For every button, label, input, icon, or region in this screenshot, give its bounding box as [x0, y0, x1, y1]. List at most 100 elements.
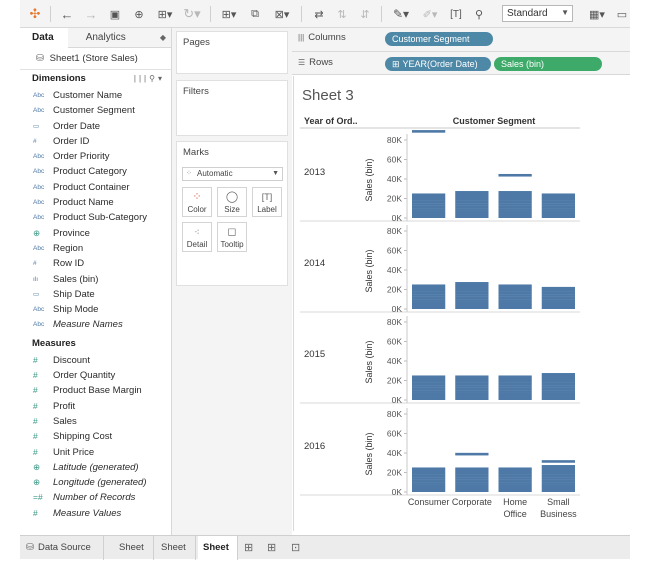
tooltip-button[interactable]: ◻ Tooltip [217, 222, 247, 252]
field-item[interactable]: =# Number of Records [20, 490, 171, 505]
new-worksheet-icon[interactable]: ⊞▾ [217, 5, 241, 23]
data-source-tab[interactable]: ⛁ Data Source [20, 536, 104, 560]
field-item[interactable]: # Product Base Margin [20, 383, 171, 398]
field-item[interactable]: # Order ID [20, 134, 171, 149]
field-item[interactable]: # Profit [20, 399, 171, 414]
field-item[interactable]: # Row ID [20, 256, 171, 271]
back-icon[interactable]: ← [58, 5, 76, 23]
view-toggle-icon[interactable]: ||| [134, 74, 149, 83]
bin-bar [412, 380, 446, 383]
sort-ascending-icon[interactable]: ⇅ [333, 5, 351, 23]
size-button[interactable]: ◯ Size [217, 187, 247, 217]
field-item[interactable]: Abc Ship Mode [20, 302, 171, 317]
field-item[interactable]: Abc Order Priority [20, 149, 171, 164]
forward-icon[interactable]: → [82, 5, 100, 23]
field-item[interactable]: ⊕ Province [20, 226, 171, 241]
tab-data[interactable]: Data [20, 28, 68, 48]
save-icon[interactable]: ▣ [106, 5, 124, 23]
bin-bar [541, 394, 575, 398]
dimensions-header: Dimensions |||⚲▾ [20, 70, 171, 88]
duplicate-icon[interactable]: ⧉ [246, 5, 264, 23]
y-tick-label: 20K [387, 376, 402, 386]
new-worksheet-icon[interactable]: ⊞ [244, 536, 253, 560]
pill-sales-bin[interactable]: Sales (bin) [494, 57, 602, 71]
group-icon[interactable]: ✐▾ [418, 5, 442, 23]
bin-bar [412, 208, 446, 211]
sheet-tab-3[interactable]: Sheet 3 [198, 536, 238, 570]
field-item[interactable]: Abc Product Sub-Category [20, 210, 171, 225]
field-item[interactable]: Abc Measure Names [20, 317, 171, 332]
field-item[interactable]: ▭ Order Date [20, 119, 171, 134]
bin-bar [412, 289, 446, 292]
refresh-icon[interactable]: ↻▾ [180, 5, 204, 23]
tableau-logo-icon[interactable]: ✣ [26, 5, 44, 23]
field-item[interactable]: # Unit Price [20, 445, 171, 460]
field-item[interactable]: # Sales [20, 414, 171, 429]
field-item[interactable]: Abc Region [20, 241, 171, 256]
sheet-tab-1[interactable]: Sheet 1 [114, 536, 154, 570]
bin-bar [455, 479, 489, 483]
bin-bar [412, 375, 446, 379]
pause-icon[interactable]: ⊞▾ [153, 5, 177, 23]
datasource-item[interactable]: ⛁ Sheet1 (Store Sales) [20, 48, 171, 70]
menu-arrow-icon[interactable]: ▾ [158, 74, 165, 83]
new-story-icon[interactable]: ⊡ [291, 536, 300, 560]
sort-descending-icon[interactable]: ⇵ [356, 5, 374, 23]
field-item[interactable]: # Order Quantity [20, 368, 171, 383]
bin-bar [412, 198, 446, 201]
tab-analytics[interactable]: Analytics ◆ [68, 28, 171, 48]
detail-button[interactable]: ⁖ Detail [182, 222, 212, 252]
bin-bar [412, 472, 446, 475]
field-item[interactable]: ⊕ Latitude (generated) [20, 460, 171, 475]
field-item[interactable]: Abc Product Name [20, 195, 171, 210]
field-item[interactable]: ⊕ Longitude (generated) [20, 475, 171, 490]
field-item[interactable]: Abc Product Category [20, 164, 171, 179]
bin-bar [541, 291, 575, 295]
field-item[interactable]: Abc Customer Name [20, 88, 171, 103]
field-label: Unit Price [53, 446, 95, 458]
bin-bar [498, 173, 532, 177]
pages-card[interactable]: Pages [176, 31, 288, 74]
bin-bar [455, 191, 489, 194]
field-label: Region [53, 242, 84, 254]
fit-dropdown[interactable]: Standard ▼ [502, 5, 573, 22]
pill-year-order-date[interactable]: ⊞ YEAR(Order Date) [385, 57, 491, 71]
field-item[interactable]: ılı Sales (bin) [20, 272, 171, 287]
number-type-icon: # [33, 137, 37, 145]
bin-bar [541, 484, 575, 488]
field-item[interactable]: # Discount [20, 353, 171, 368]
y-tick-label: 40K [387, 356, 402, 366]
field-label: Ship Mode [53, 304, 99, 316]
bin-bar [455, 484, 489, 488]
pin-icon[interactable]: ⚲ [470, 5, 488, 23]
presentation-icon[interactable]: ▭ [614, 5, 630, 23]
mark-type-value: Automatic [197, 169, 233, 178]
field-item[interactable]: Abc Customer Segment [20, 103, 171, 118]
bin-bar [412, 385, 446, 388]
x-category-label: Consumer [408, 497, 450, 507]
field-item[interactable]: ▭ Ship Date [20, 287, 171, 302]
viz-area: Sheet 3 Year of Ord.. Customer Segment 201… [293, 76, 630, 531]
swap-icon[interactable]: ⇄ [310, 5, 328, 23]
label-button[interactable]: [T] Label [252, 187, 282, 217]
year-label: 2014 [304, 258, 325, 269]
filters-card[interactable]: Filters [176, 80, 288, 136]
field-item[interactable]: Abc Product Container [20, 180, 171, 195]
mark-type-dropdown[interactable]: ⁘ Automatic ▼ [182, 167, 283, 181]
show-cards-icon[interactable]: ▦▾ [586, 5, 608, 23]
label-icon[interactable]: [T] [447, 5, 465, 23]
new-datasource-icon[interactable]: ⊕ [130, 5, 148, 23]
sheet-tab-2[interactable]: Sheet 2 [156, 536, 196, 570]
field-item[interactable]: # Shipping Cost [20, 429, 171, 444]
field-item[interactable]: # Measure Values [20, 506, 171, 521]
datasource-icon: ⛁ [36, 53, 44, 64]
field-label: Product Container [53, 181, 130, 193]
clear-icon[interactable]: ⊠▾ [270, 5, 294, 23]
color-button[interactable]: ⁘ Color [182, 187, 212, 217]
new-dashboard-icon[interactable]: ⊞ [267, 536, 276, 560]
pill-customer-segment[interactable]: Customer Segment [385, 32, 493, 46]
search-icon[interactable]: ⚲ [149, 74, 158, 83]
highlight-icon[interactable]: ✎▾ [389, 5, 413, 23]
bin-bar [541, 397, 575, 400]
bin-bar [541, 286, 575, 290]
